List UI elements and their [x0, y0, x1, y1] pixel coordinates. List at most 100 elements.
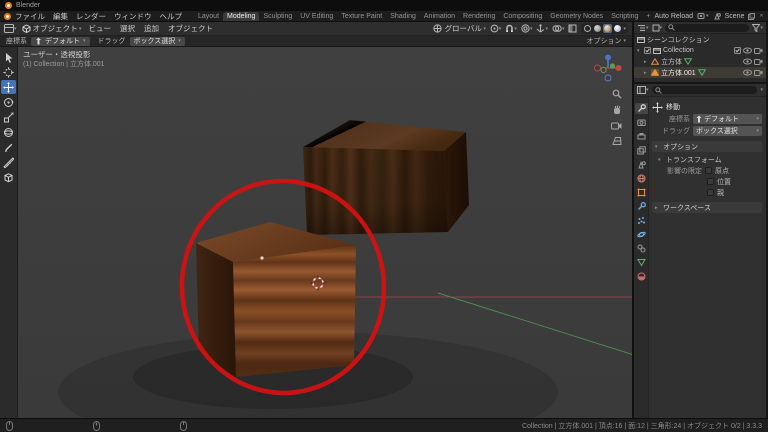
properties-search-input[interactable] [652, 86, 758, 94]
tab-scene[interactable] [635, 159, 648, 170]
tab-sculpting[interactable]: Sculpting [259, 12, 296, 21]
menu-window[interactable]: ウィンドウ [110, 11, 156, 22]
camera-view-icon[interactable] [611, 121, 622, 130]
menu-edit[interactable]: 編集 [49, 11, 72, 22]
tab-render[interactable] [635, 117, 648, 128]
disable-render-camera-icon[interactable] [754, 69, 763, 76]
outliner-row-scene-collection[interactable]: シーンコレクション [634, 34, 766, 45]
tab-modifiers[interactable] [635, 201, 648, 212]
outliner-search-input[interactable] [665, 24, 749, 32]
gizmos-toggle-icon[interactable]: ▾ [536, 24, 548, 33]
hide-eye-icon[interactable] [743, 58, 752, 65]
tab-object[interactable] [635, 187, 648, 198]
menu-add[interactable]: 追加 [142, 23, 161, 34]
tab-object-data[interactable] [635, 257, 648, 268]
add-workspace-button[interactable]: + [642, 12, 654, 21]
outliner-row-collection[interactable]: ▾ Collection [634, 45, 766, 56]
shading-wireframe-button[interactable] [583, 24, 592, 33]
properties-filter-icon[interactable]: ▾ [760, 87, 763, 93]
shading-solid-button[interactable] [593, 24, 602, 33]
shading-rendered-button[interactable] [613, 24, 622, 33]
tool-scale[interactable] [1, 110, 16, 124]
disable-render-camera-icon[interactable] [754, 47, 763, 54]
affect-origins-checkbox[interactable] [705, 167, 712, 174]
scene-selector[interactable]: Scene [725, 13, 745, 20]
tab-view-layer[interactable] [635, 145, 648, 156]
outliner-row-cube-001[interactable]: ▸ 立方体.001 [634, 67, 766, 78]
menu-render[interactable]: レンダー [72, 11, 110, 22]
tab-shading[interactable]: Shading [386, 12, 420, 21]
tab-material[interactable] [635, 271, 648, 282]
drag-select[interactable]: ボックス選択 ▾ [693, 126, 762, 136]
hide-eye-icon[interactable] [743, 69, 752, 76]
disable-render-camera-icon[interactable] [754, 58, 763, 65]
orientation-dropdown[interactable]: グローバル ▾ [433, 23, 485, 34]
snap-magnet-icon[interactable]: ▾ [505, 24, 517, 33]
pan-hand-icon[interactable] [612, 105, 622, 115]
tool-select-box[interactable] [1, 50, 16, 64]
cube-lower-active[interactable] [196, 222, 356, 377]
drag-mode-dropdown[interactable]: ボックス選択 ▾ [130, 37, 185, 46]
tool-add-cube[interactable] [1, 170, 16, 184]
menu-help[interactable]: ヘルプ [156, 11, 187, 22]
viewport-3d[interactable]: ユーザー・透視投影 (1) Collection | 立方体.001 [18, 47, 632, 418]
tab-modeling[interactable]: Modeling [223, 12, 259, 21]
shading-material-preview-button[interactable] [603, 24, 612, 33]
tab-physics[interactable] [635, 229, 648, 240]
tab-rendering[interactable]: Rendering [459, 12, 499, 21]
proportional-editing-icon[interactable]: ▾ [521, 24, 533, 33]
tab-compositing[interactable]: Compositing [499, 12, 546, 21]
tab-geometry-nodes[interactable]: Geometry Nodes [546, 12, 607, 21]
perspective-toggle-icon[interactable] [612, 136, 622, 146]
tab-tool[interactable] [635, 103, 648, 114]
tab-texture-paint[interactable]: Texture Paint [337, 12, 386, 21]
filter-icon[interactable]: ▾ [752, 24, 763, 32]
drag-setting-row: ドラッグ ボックス選択 ▾ [652, 125, 762, 137]
navigation-gizmo[interactable] [592, 52, 624, 84]
tab-uv-editing[interactable]: UV Editing [296, 12, 337, 21]
menu-file[interactable]: ファイル [11, 11, 49, 22]
affect-parents-checkbox[interactable] [707, 189, 714, 196]
tool-move[interactable] [1, 80, 16, 94]
mode-dropdown[interactable]: オブジェクト ▾ [22, 23, 82, 34]
exclude-checkbox-icon[interactable] [734, 47, 741, 54]
pivot-point-dropdown[interactable]: ▾ [490, 24, 502, 33]
tab-world[interactable] [635, 173, 648, 184]
cube-upper[interactable] [303, 120, 469, 235]
tab-particles[interactable] [635, 215, 648, 226]
workspace-panel-header[interactable]: ▸ワークスペース [652, 202, 762, 213]
tab-constraints[interactable] [635, 243, 648, 254]
zoom-icon[interactable] [612, 89, 622, 99]
editor-type-icon[interactable]: ▾ [4, 24, 17, 33]
outliner-display-mode-icon[interactable]: ▾ [652, 24, 663, 32]
tool-orientation-dropdown[interactable]: デフォルト ▾ [31, 37, 90, 46]
menu-object[interactable]: オブジェクト [166, 23, 215, 34]
affect-locations-checkbox[interactable] [707, 178, 714, 185]
tool-rotate[interactable] [1, 95, 16, 109]
hide-eye-icon[interactable] [743, 47, 752, 54]
blender-menu-icon[interactable] [4, 13, 11, 20]
tab-animation[interactable]: Animation [420, 12, 459, 21]
xray-toggle-icon[interactable] [568, 24, 577, 33]
options-panel-header[interactable]: ▾オプション [652, 141, 762, 152]
outliner-editor-icon[interactable]: ▾ [637, 24, 649, 32]
orientation-select[interactable]: デフォルト ▾ [693, 114, 762, 124]
tool-measure[interactable] [1, 155, 16, 169]
collection-checkbox[interactable] [644, 47, 651, 54]
overlays-toggle-icon[interactable]: ▾ [552, 24, 565, 33]
tab-layout[interactable]: Layout [194, 12, 223, 21]
viewport-options-dropdown[interactable]: オプション▾ [586, 36, 626, 46]
tool-transform[interactable] [1, 125, 16, 139]
outliner-row-cube[interactable]: ▸ 立方体 [634, 56, 766, 67]
transform-subpanel-header[interactable]: ▾トランスフォーム [652, 154, 762, 165]
tab-output[interactable] [635, 131, 648, 142]
new-scene-icon[interactable] [748, 13, 755, 20]
tab-scripting[interactable]: Scripting [607, 12, 642, 21]
properties-editor-icon[interactable]: ▾ [637, 86, 649, 94]
menu-select[interactable]: 選択 [118, 23, 137, 34]
menu-view[interactable]: ビュー [87, 23, 114, 34]
tool-cursor[interactable] [1, 65, 16, 79]
tool-annotate[interactable] [1, 140, 16, 154]
unlink-scene-icon[interactable]: ✕ [759, 13, 763, 19]
addon-dropdown-icon[interactable]: ▾ [697, 12, 709, 20]
